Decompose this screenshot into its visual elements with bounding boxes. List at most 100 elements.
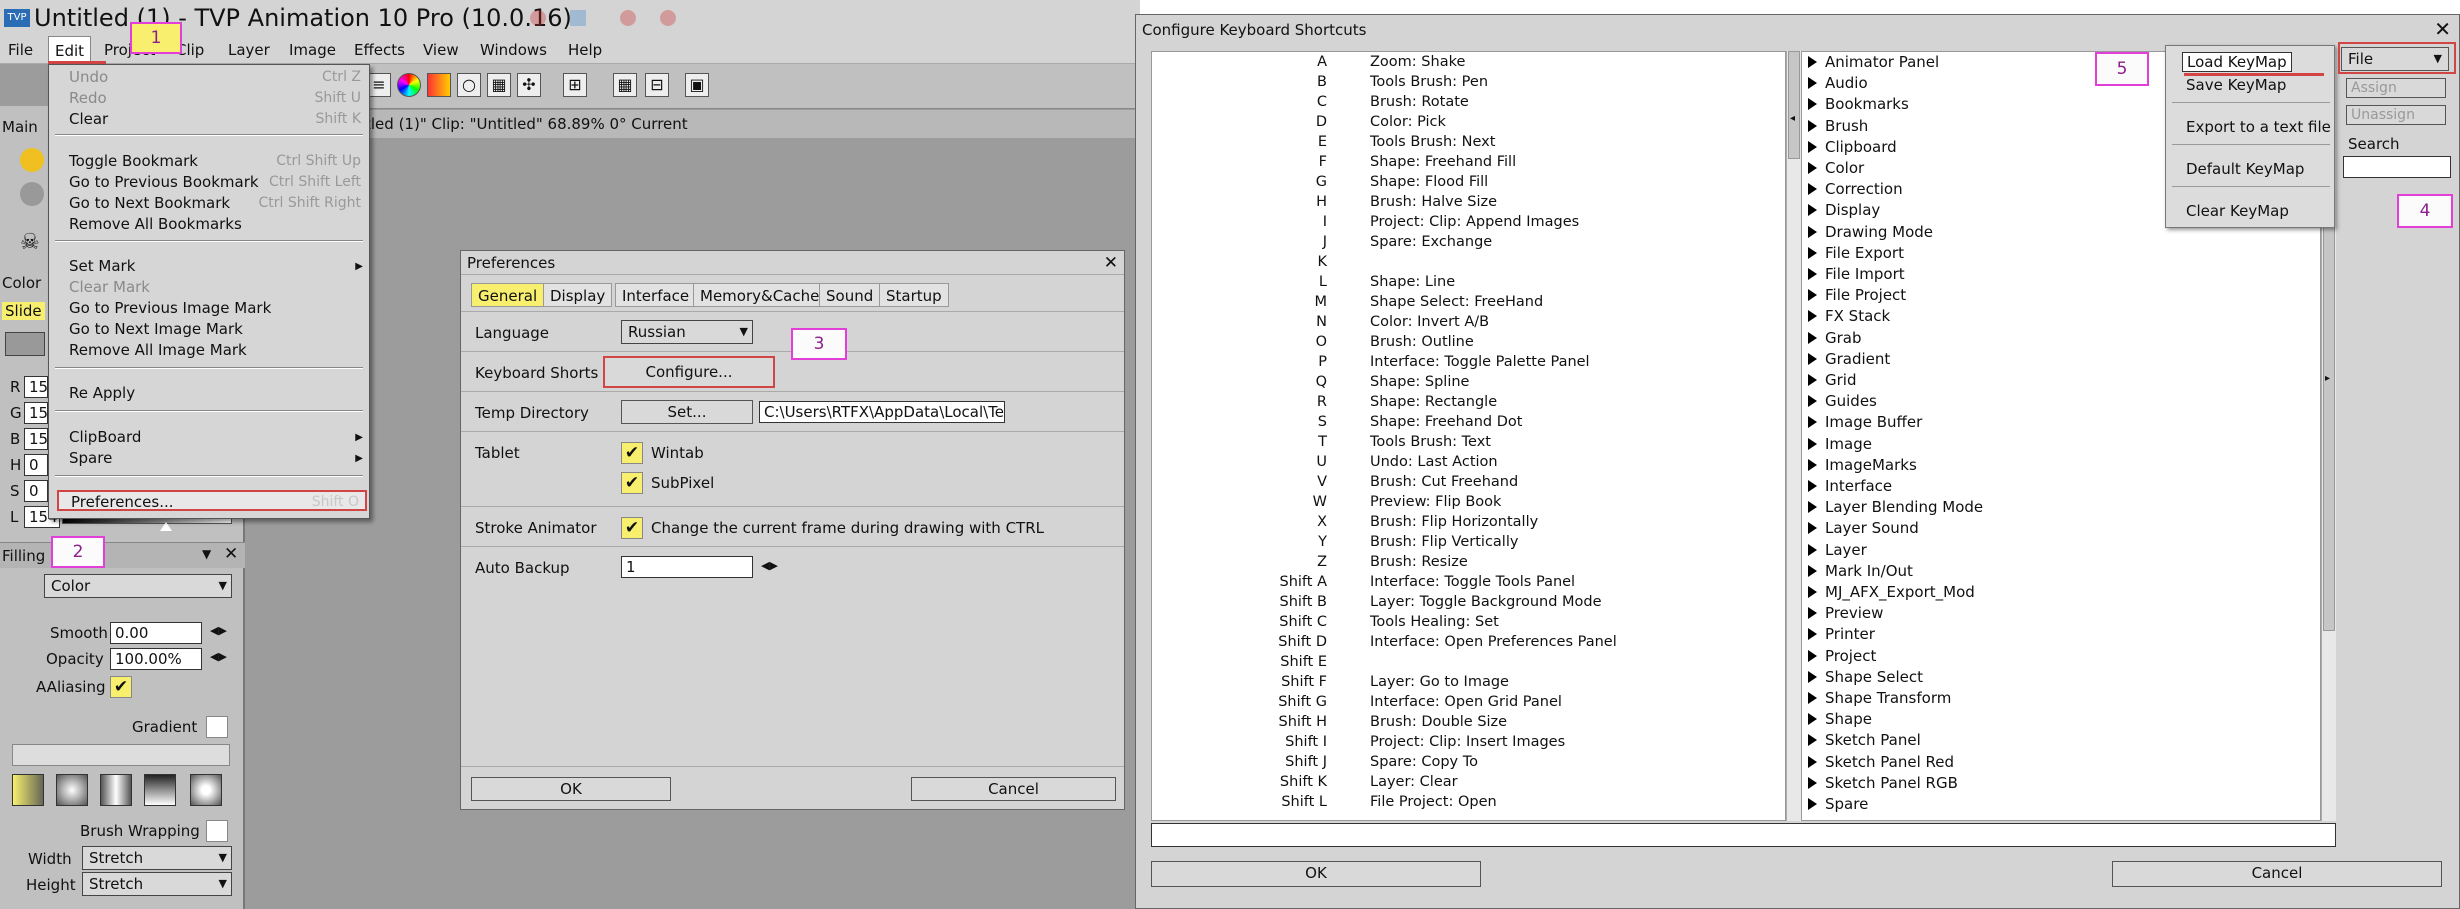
close-icon[interactable]: ✕ (2434, 17, 2451, 41)
channel-g-input[interactable]: 15 (24, 402, 48, 424)
height-select[interactable]: Stretch ▼ (82, 872, 232, 896)
shortcut-row[interactable]: Shift J Spare: Copy To (1152, 752, 1785, 772)
category-item[interactable]: Printer (1802, 624, 1875, 645)
shortcut-row[interactable]: R Shape: Rectangle (1152, 392, 1785, 412)
menu-view[interactable]: View (417, 36, 465, 64)
category-item[interactable]: Bookmarks (1802, 94, 1909, 115)
shortcut-row[interactable]: Q Shape: Spline (1152, 372, 1785, 392)
shortcut-row[interactable]: L Shape: Line (1152, 272, 1785, 292)
category-item[interactable]: Preview (1802, 603, 1883, 624)
menu-item-load-keymap[interactable]: Load KeyMap (2182, 52, 2292, 72)
shortcut-row[interactable]: Shift H Brush: Double Size (1152, 712, 1785, 732)
tab-interface[interactable]: Interface (615, 283, 697, 307)
shortcut-row[interactable]: Shift D Interface: Open Preferences Panel (1152, 632, 1785, 652)
shortcut-row[interactable]: Shift I Project: Clip: Insert Images (1152, 732, 1785, 752)
layers-icon[interactable]: ≡ (367, 73, 391, 97)
expand-arrow-icon[interactable] (1808, 692, 1817, 704)
search-input[interactable] (2343, 156, 2451, 178)
expand-arrow-icon[interactable] (1808, 204, 1817, 217)
menu-item-remove-bookmarks[interactable]: Remove All Bookmarks (69, 214, 367, 235)
assign-button[interactable]: Assign (2346, 78, 2446, 98)
shortcut-row[interactable]: B Tools Brush: Pen (1152, 72, 1785, 92)
shortcut-row[interactable]: O Brush: Outline (1152, 332, 1785, 352)
lightbulb-icon[interactable]: ○ (457, 73, 481, 97)
shortcut-row[interactable]: K (1152, 252, 1785, 272)
width-select[interactable]: Stretch ▼ (82, 846, 232, 870)
unassign-button[interactable]: Unassign (2346, 105, 2446, 125)
preferences-ok-button[interactable]: OK (471, 777, 671, 801)
expand-arrow-icon[interactable] (1808, 776, 1817, 789)
category-item[interactable]: Sketch Panel Red (1802, 752, 1954, 773)
channel-b-input[interactable]: 15 (24, 428, 48, 450)
color-swatch[interactable] (5, 332, 45, 356)
menu-item-toggle-bookmark[interactable]: Toggle Bookmark Ctrl Shift Up (69, 151, 367, 172)
gradient-linear-icon[interactable] (12, 774, 44, 806)
expand-arrow-icon[interactable] (1808, 543, 1817, 556)
shortcut-row[interactable]: J Spare: Exchange (1152, 232, 1785, 252)
wintab-checkbox[interactable]: ✔ (621, 442, 643, 464)
expand-arrow-icon[interactable] (1808, 628, 1817, 641)
category-item[interactable]: Color (1802, 158, 1864, 179)
shortcut-row[interactable]: Y Brush: Flip Vertically (1152, 532, 1785, 552)
gradient-bar[interactable] (12, 744, 230, 766)
expand-arrow-icon[interactable] (1808, 268, 1817, 280)
menu-help[interactable]: Help (562, 36, 608, 64)
expand-arrow-icon[interactable] (1808, 289, 1817, 302)
preferences-cancel-button[interactable]: Cancel (911, 777, 1116, 801)
expand-arrow-icon[interactable] (1808, 395, 1817, 408)
palette-icon[interactable] (427, 73, 451, 97)
stepper-icon[interactable]: ◀▶ (210, 650, 227, 663)
menu-image[interactable]: Image (283, 36, 342, 64)
expand-arrow-icon[interactable] (1808, 564, 1817, 577)
menu-item-clipboard[interactable]: ClipBoard ▶ (69, 427, 367, 448)
expand-arrow-icon[interactable] (1808, 119, 1817, 132)
shortcut-row[interactable]: X Brush: Flip Horizontally (1152, 512, 1785, 532)
expand-arrow-icon[interactable] (1808, 77, 1817, 90)
category-item[interactable]: File Export (1802, 243, 1904, 264)
channel-r-input[interactable]: 15 (24, 376, 48, 398)
category-item[interactable]: Animator Panel (1802, 52, 1939, 73)
expand-arrow-icon[interactable] (1808, 331, 1817, 344)
filling-mode-select[interactable]: Color ▼ (44, 574, 232, 598)
category-item[interactable]: Guides (1802, 391, 1877, 412)
category-item[interactable]: Grab (1802, 328, 1862, 349)
shortcuts-ok-button[interactable]: OK (1151, 861, 1481, 887)
brush-tool-icon[interactable] (20, 148, 44, 172)
category-item[interactable]: Image Buffer (1802, 412, 1922, 433)
expand-arrow-icon[interactable] (1808, 437, 1817, 450)
shortcut-row[interactable]: V Brush: Cut Freehand (1152, 472, 1785, 492)
menu-item-spare[interactable]: Spare ▶ (69, 448, 367, 469)
shortcut-scrollbar[interactable]: ◂ (1786, 51, 1801, 821)
shortcut-row[interactable]: W Preview: Flip Book (1152, 492, 1785, 512)
gradient-checkbox[interactable] (206, 716, 228, 738)
shortcut-row[interactable]: A Zoom: Shake (1152, 52, 1785, 72)
category-item[interactable]: Brush (1802, 116, 1868, 137)
shortcut-row[interactable]: Shift K Layer: Clear (1152, 772, 1785, 792)
menu-item-clear-keymap[interactable]: Clear KeyMap (2186, 202, 2289, 220)
category-item[interactable]: Shape Transform (1802, 688, 1951, 709)
tab-memory-cache[interactable]: Memory&Cache (693, 283, 827, 307)
shortcut-row[interactable]: C Brush: Rotate (1152, 92, 1785, 112)
menu-layer[interactable]: Layer (222, 36, 276, 64)
category-item[interactable]: Mark In/Out (1802, 561, 1913, 582)
close-icon[interactable]: ✕ (224, 544, 238, 564)
expand-arrow-icon[interactable] (1808, 56, 1817, 68)
category-item[interactable]: Shape (1802, 709, 1872, 730)
menu-item-clear-mark[interactable]: Clear Mark (69, 277, 367, 298)
category-item[interactable]: Grid (1802, 370, 1856, 391)
monitor-icon[interactable]: ▣ (685, 73, 709, 97)
category-item[interactable]: Spare (1802, 794, 1868, 815)
menu-item-default-keymap[interactable]: Default KeyMap (2186, 160, 2304, 178)
category-item[interactable]: File Project (1802, 285, 1906, 306)
category-item[interactable]: Layer (1802, 540, 1867, 561)
expand-arrow-icon[interactable] (1808, 755, 1817, 768)
crosshair-icon[interactable]: ✣ (517, 73, 541, 97)
expand-arrow-icon[interactable] (1808, 713, 1817, 726)
shortcut-row[interactable]: Z Brush: Resize (1152, 552, 1785, 572)
display-icon[interactable]: ▦ (487, 73, 511, 97)
shortcuts-cancel-button[interactable]: Cancel (2112, 861, 2442, 887)
slider-handle[interactable] (160, 522, 172, 531)
shortcut-edit-field[interactable] (1151, 823, 2336, 847)
opacity-input[interactable]: 100.00% (110, 648, 202, 670)
shortcut-row[interactable]: G Shape: Flood Fill (1152, 172, 1785, 192)
